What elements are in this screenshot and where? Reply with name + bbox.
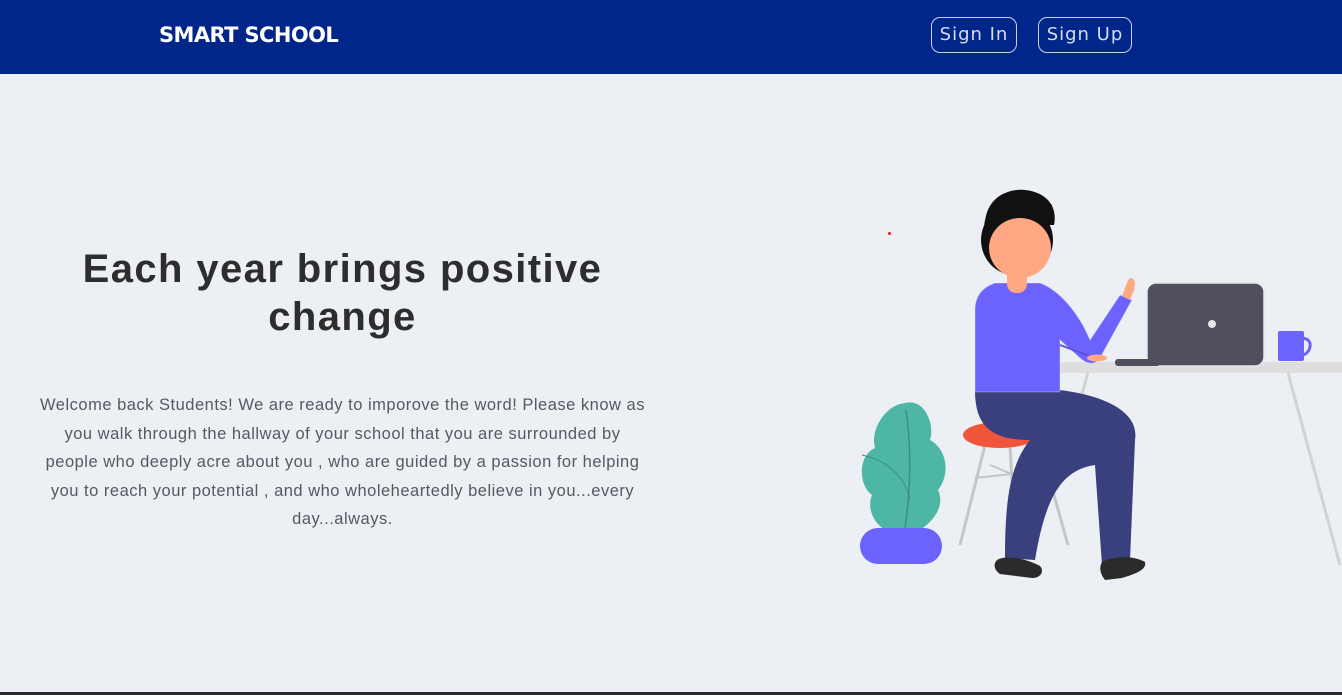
person-legs xyxy=(975,390,1146,580)
laptop-icon xyxy=(1115,282,1265,367)
cup-icon xyxy=(1278,331,1312,361)
person-at-laptop-illustration xyxy=(860,189,1342,580)
hero-description: Welcome back Students! We are ready to i… xyxy=(40,396,645,528)
brand-logo[interactable]: SMART SCHOOL xyxy=(159,23,339,47)
person-torso xyxy=(974,278,1135,393)
sign-in-button[interactable]: Sign In xyxy=(931,17,1017,53)
sign-up-button[interactable]: Sign Up xyxy=(1038,17,1132,53)
hero-title: Each year brings positive change xyxy=(82,247,603,339)
plant xyxy=(860,402,946,564)
person-head xyxy=(981,189,1055,293)
navbar: SMART SCHOOL Sign In Sign Up xyxy=(0,0,1342,74)
